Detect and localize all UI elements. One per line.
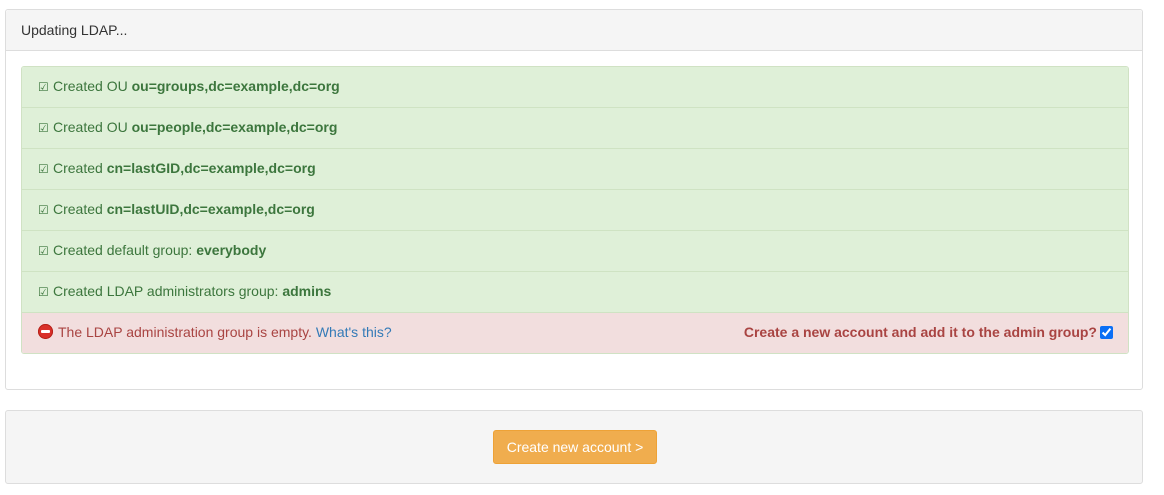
list-item: ☑ Created cn=lastGID,dc=example,dc=org (22, 149, 1128, 190)
result-prefix: Created LDAP administrators group: (53, 283, 283, 299)
result-value: ou=people,dc=example,dc=org (131, 119, 338, 135)
add-admin-question: Create a new account and add it to the a… (743, 324, 1097, 340)
result-prefix: Created OU (53, 78, 132, 94)
result-value: cn=lastUID,dc=example,dc=org (106, 201, 315, 217)
no-entry-icon (38, 324, 53, 339)
results-list: ☑ Created OU ou=groups,dc=example,dc=org … (21, 66, 1129, 354)
footer-panel: Create new account > (5, 410, 1143, 484)
result-prefix: Created default group: (53, 242, 197, 258)
ldap-update-panel: Updating LDAP... ☑ Created OU ou=groups,d… (5, 9, 1143, 390)
checkbox-checked-icon: ☑ (38, 285, 49, 299)
panel-title: Updating LDAP... (6, 10, 1142, 51)
result-value: admins (282, 283, 332, 299)
checkbox-checked-icon: ☑ (38, 244, 49, 258)
result-prefix: Created (53, 201, 107, 217)
result-prefix: Created OU (53, 119, 132, 135)
result-value: ou=groups,dc=example,dc=org (131, 78, 340, 94)
list-item: ☑ Created default group: everybody (22, 231, 1128, 272)
admin-group-empty-alert: The LDAP administration group is empty. … (22, 313, 1128, 353)
whats-this-link[interactable]: What's this? (316, 324, 392, 340)
list-item: ☑ Created LDAP administrators group: admi… (22, 272, 1128, 313)
list-item: ☑ Created OU ou=people,dc=example,dc=org (22, 108, 1128, 149)
create-new-account-button[interactable]: Create new account > (493, 430, 657, 464)
result-value: cn=lastGID,dc=example,dc=org (106, 160, 316, 176)
checkbox-checked-icon: ☑ (38, 80, 49, 94)
checkbox-checked-icon: ☑ (38, 121, 49, 135)
list-item: ☑ Created OU ou=groups,dc=example,dc=org (22, 67, 1128, 108)
add-admin-option: Create a new account and add it to the a… (744, 324, 1113, 340)
result-value: everybody (196, 242, 267, 258)
result-prefix: Created (53, 160, 107, 176)
checkbox-checked-icon: ☑ (38, 162, 49, 176)
add-to-admin-group-checkbox[interactable] (1100, 326, 1113, 339)
checkbox-checked-icon: ☑ (38, 203, 49, 217)
list-item: ☑ Created cn=lastUID,dc=example,dc=org (22, 190, 1128, 231)
error-message: The LDAP administration group is empty. (58, 324, 316, 340)
